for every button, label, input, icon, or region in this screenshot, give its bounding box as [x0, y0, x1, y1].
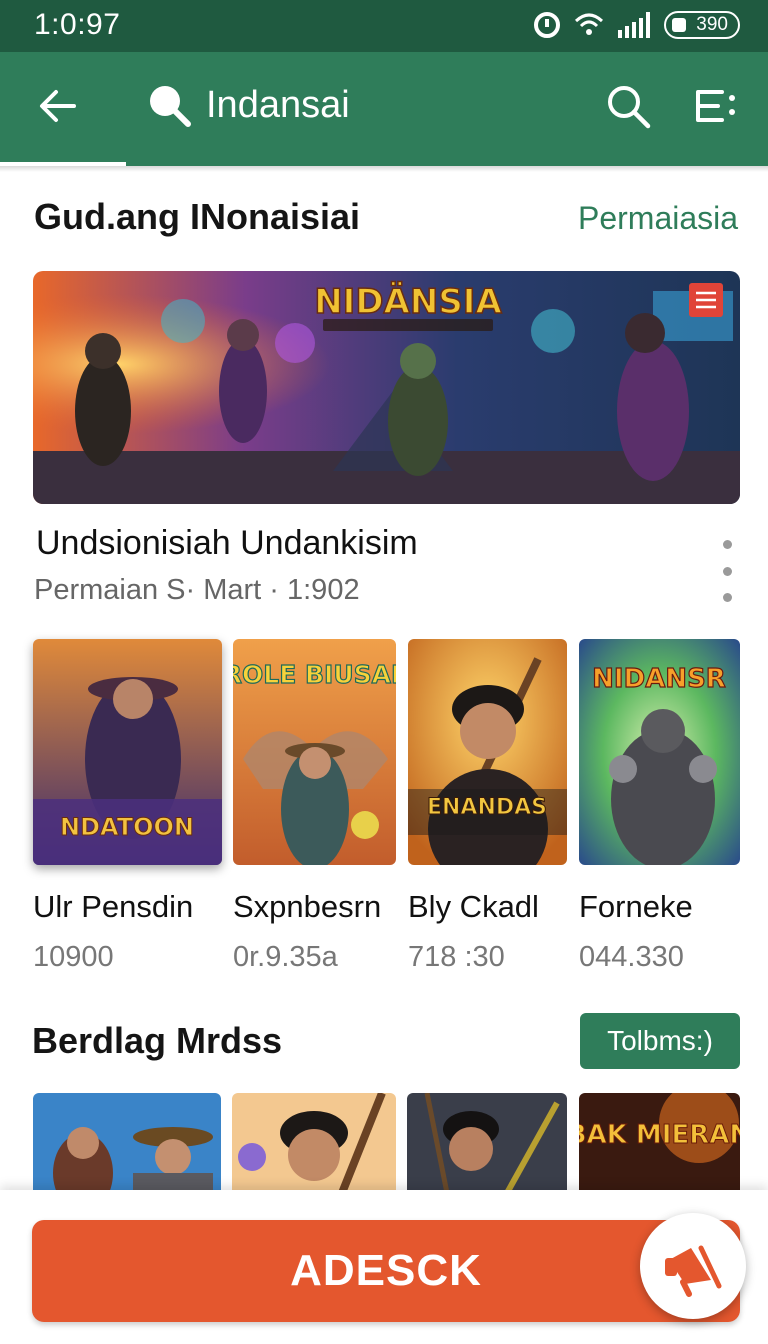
app-title: Indansai: [206, 84, 350, 126]
game-card-count: 718 :30: [408, 941, 505, 973]
section-more-link[interactable]: Permaiasia: [578, 200, 738, 237]
thumb-art-text: RBAK MIERANA: [579, 1120, 740, 1150]
more-options-icon[interactable]: [714, 536, 740, 606]
game-thumb[interactable]: [33, 1093, 221, 1193]
game-card-name: Sxpnbesrn: [233, 889, 382, 924]
game-card-count: 10900: [33, 941, 114, 973]
card-art-text: NIDANSR: [592, 664, 726, 694]
feature-title: Undsionisiah Undankisim: [36, 524, 418, 562]
battery-icon: 390: [664, 11, 740, 39]
floating-action-button[interactable]: [640, 1213, 746, 1319]
section-tag-button[interactable]: Tolbms:): [580, 1013, 740, 1069]
arrow-left-icon[interactable]: [34, 82, 82, 130]
status-time: 1:0:97: [34, 8, 121, 41]
status-bar: 1:0:97 390: [0, 0, 768, 52]
game-card-name: Bly Ckadl: [408, 889, 539, 924]
feature-meta: Permaian S· Mart · 1:902: [34, 574, 360, 606]
alarm-icon: [534, 12, 560, 38]
megaphone-icon: [665, 1245, 722, 1297]
game-card-name: Forneke: [579, 889, 693, 924]
status-icons: 390: [534, 10, 740, 40]
game-card-image: HEROLE BIUSALER: [233, 639, 396, 865]
battery-level: 390: [696, 14, 728, 35]
game-card-count: 044.330: [579, 941, 684, 973]
featured-banner[interactable]: NIDÄNSIA: [33, 271, 740, 504]
primary-action-button[interactable]: ADESCK: [32, 1220, 740, 1322]
list-menu-icon[interactable]: [692, 82, 740, 130]
game-thumb[interactable]: [232, 1093, 396, 1193]
game-thumb[interactable]: RBAK MIERANA: [579, 1093, 740, 1193]
card-art-text: ENANDAS: [427, 795, 547, 820]
section-title: Berdlag Mrdss: [32, 1020, 283, 1061]
app-bar: Indansai: [0, 52, 768, 166]
banner-logo-text: NIDÄNSIA: [314, 281, 502, 322]
divider: [0, 166, 768, 172]
game-card-image: NDATOON: [33, 639, 222, 865]
wifi-icon: [574, 13, 604, 35]
card-art-text: NDATOON: [60, 813, 194, 841]
section-title: Gud.ang INonaisiai: [34, 196, 361, 237]
signal-icon: [618, 12, 650, 38]
game-card-name: Ulr Pensdin: [33, 889, 194, 924]
search-icon[interactable]: [604, 82, 652, 130]
game-card-image: ENANDAS: [408, 639, 567, 865]
game-card-image: NIDANSR: [579, 639, 740, 865]
game-thumb[interactable]: [407, 1093, 567, 1193]
game-card-count: 0r.9.35a: [233, 941, 338, 973]
card-art-text: HEROLE BIUSALER: [233, 660, 396, 689]
search-icon: [150, 86, 191, 127]
